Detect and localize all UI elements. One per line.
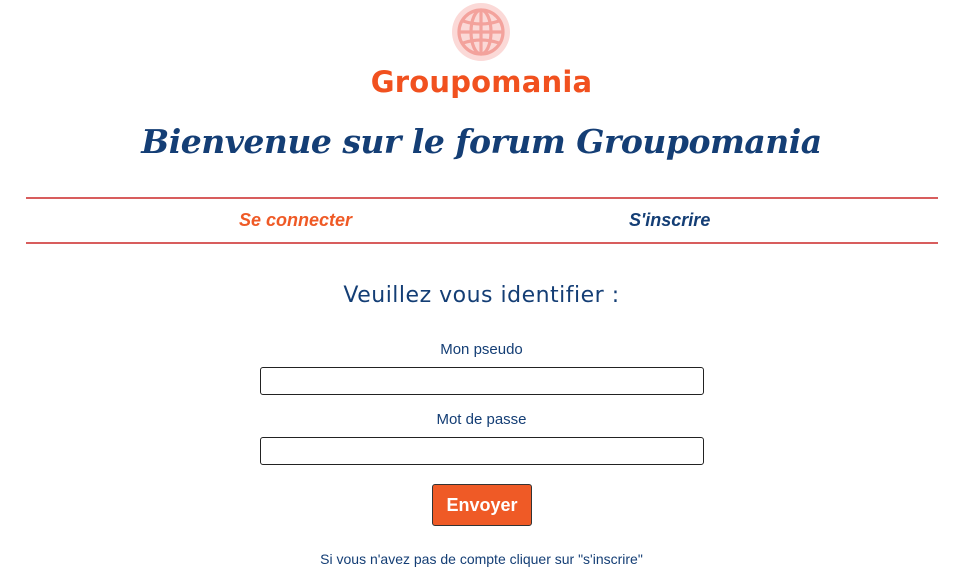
form-heading: Veuillez vous identifier :: [343, 283, 620, 308]
auth-tabs: Se connecter S'inscrire: [26, 197, 938, 244]
login-page: Groupomania Bienvenue sur le forum Group…: [0, 0, 959, 584]
tab-signup[interactable]: S'inscrire: [629, 199, 710, 242]
tab-login[interactable]: Se connecter: [239, 199, 352, 242]
password-label: Mot de passe: [436, 411, 527, 428]
pseudo-input[interactable]: [260, 367, 704, 395]
globe-icon: [452, 3, 510, 61]
signup-hint: Si vous n'avez pas de compte cliquer sur…: [320, 551, 643, 567]
password-input[interactable]: [260, 437, 704, 465]
groupomania-logo: Groupomania: [0, 0, 959, 100]
submit-button[interactable]: Envoyer: [432, 484, 532, 526]
page-title: Bienvenue sur le forum Groupomania: [141, 122, 822, 161]
brand-name: Groupomania: [370, 65, 593, 99]
pseudo-label: Mon pseudo: [440, 341, 523, 358]
